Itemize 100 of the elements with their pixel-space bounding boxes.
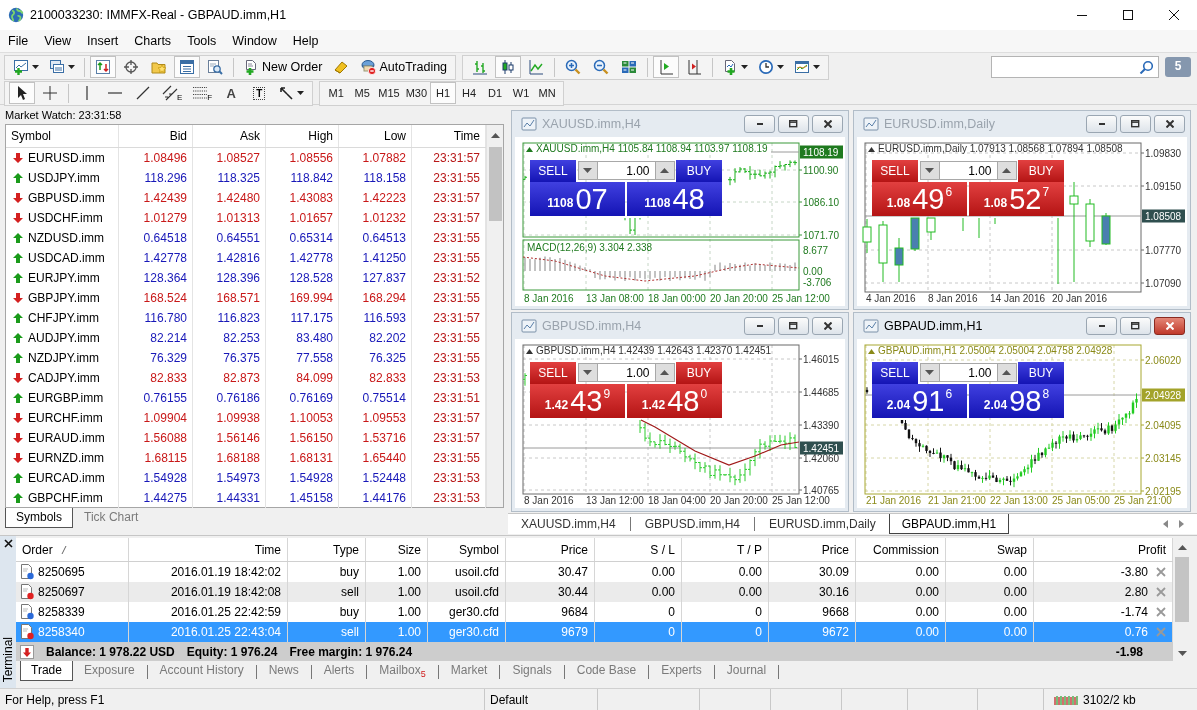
close-button[interactable]	[812, 115, 843, 133]
column-header[interactable]: Price	[506, 538, 595, 561]
timeframe-button[interactable]: W1	[508, 82, 535, 104]
column-header[interactable]: Price	[769, 538, 856, 561]
column-header[interactable]: Ask	[193, 125, 266, 147]
restore-button[interactable]	[1120, 317, 1151, 335]
sell-button[interactable]: SELL	[872, 362, 918, 384]
buy-button[interactable]: BUY	[1018, 160, 1064, 182]
close-button[interactable]	[1154, 115, 1185, 133]
scrollbar-thumb[interactable]	[1175, 557, 1189, 622]
column-header[interactable]: Size	[366, 538, 428, 561]
panel-tab[interactable]: Market	[439, 661, 499, 681]
menu-item[interactable]: Charts	[126, 32, 180, 50]
panel-tab[interactable]: Signals	[501, 661, 563, 681]
menu-item[interactable]: File	[0, 32, 37, 50]
column-header[interactable]: High	[266, 125, 339, 147]
market-watch-button[interactable]	[90, 56, 116, 78]
close-position-button[interactable]	[1156, 607, 1166, 617]
timeframe-button[interactable]: H4	[456, 82, 483, 104]
channel-button[interactable]: E	[158, 82, 187, 104]
buy-button[interactable]: BUY	[676, 160, 722, 182]
minimize-button[interactable]	[1086, 317, 1117, 335]
sell-button[interactable]: SELL	[872, 160, 918, 182]
panel-tab[interactable]: Trade	[20, 661, 73, 681]
scrollbar-track[interactable]	[486, 125, 503, 507]
timeframe-button[interactable]: MN	[534, 82, 561, 104]
scrollbar-thumb[interactable]	[488, 147, 502, 221]
timeframe-button[interactable]: H1	[430, 82, 457, 104]
column-header[interactable]: Low	[339, 125, 412, 147]
date-label: 20 Jan 20:00	[710, 293, 768, 304]
lot-field[interactable]: 1.00	[939, 363, 997, 382]
buy-button[interactable]: BUY	[676, 362, 722, 384]
buy-price-button[interactable]: 1108 48	[627, 182, 722, 216]
column-header[interactable]: Type	[288, 538, 366, 561]
lot-decrease-button[interactable]	[577, 363, 598, 382]
panel-tab[interactable]: Symbols	[5, 508, 73, 528]
sell-price-button[interactable]: 1108 07	[530, 182, 625, 216]
panel-tab[interactable]: Exposure	[72, 661, 146, 681]
column-header[interactable]: Bid	[119, 125, 193, 147]
panel-tab[interactable]: Experts	[650, 661, 713, 681]
sell-button[interactable]: SELL	[530, 160, 576, 182]
column-header[interactable]: Swap	[946, 538, 1034, 561]
timeframe-button[interactable]: M5	[349, 82, 376, 104]
restore-button[interactable]	[1120, 115, 1151, 133]
timeframe-button[interactable]: M30	[402, 82, 431, 104]
sell-button[interactable]: SELL	[530, 362, 576, 384]
autoscroll-button[interactable]	[653, 56, 680, 78]
lot-decrease-button[interactable]	[919, 161, 940, 180]
close-button[interactable]	[812, 317, 843, 335]
panel-tab[interactable]: Mailbox$_{5}$	[368, 661, 437, 684]
timeframe-button[interactable]: M15	[375, 82, 403, 104]
menu-item[interactable]: View	[36, 32, 80, 50]
timeframe-button[interactable]: D1	[482, 82, 509, 104]
lot-decrease-button[interactable]	[919, 363, 940, 382]
terminal-button[interactable]	[174, 56, 200, 78]
lot-field[interactable]: 1.00	[939, 161, 997, 180]
search-field[interactable]	[991, 56, 1159, 78]
buy-button[interactable]: BUY	[1018, 362, 1064, 384]
panel-tab[interactable]: News	[257, 661, 310, 681]
lot-field[interactable]: 1.00	[597, 161, 655, 180]
table-row[interactable]: 8250697 2016.01.19 18:42:08 sell 1.00 usoil.cfd 30.44 0.00 0.00 30.16 0.00 0.00 2.80	[16, 582, 1173, 602]
column-header[interactable]: Time	[129, 538, 288, 561]
fibonacci-button[interactable]: F	[188, 82, 217, 104]
panel-tab[interactable]: Tick Chart	[73, 508, 150, 528]
column-header[interactable]: T / P	[682, 538, 769, 561]
restore-button[interactable]	[778, 115, 809, 133]
text-tool-button[interactable]: A	[218, 82, 245, 104]
panel-tab[interactable]: Alerts	[312, 661, 366, 681]
new-order-button[interactable]: New Order	[239, 56, 327, 78]
column-header[interactable]: S / L	[595, 538, 682, 561]
menu-item[interactable]: Insert	[79, 32, 127, 50]
minimize-button[interactable]	[1086, 115, 1117, 133]
column-header[interactable]: Symbol	[6, 125, 119, 147]
minimize-button[interactable]	[744, 115, 775, 133]
close-button[interactable]	[3, 539, 13, 548]
table-cell: 1.53716	[339, 428, 412, 448]
cursor-tool-button[interactable]	[9, 82, 35, 104]
restore-button[interactable]	[778, 317, 809, 335]
panel-tab[interactable]: Journal	[715, 661, 778, 681]
chart-tab[interactable]: GBPAUD.imm,H1	[888, 514, 1010, 534]
close-button[interactable]	[1154, 317, 1185, 335]
minimize-button[interactable]	[744, 317, 775, 335]
chart-tab[interactable]: GBPUSD.imm,H4	[631, 514, 754, 534]
lot-decrease-button[interactable]	[577, 161, 598, 180]
column-header[interactable]: Order	[16, 538, 129, 561]
column-header[interactable]: Commission	[856, 538, 946, 561]
menu-item[interactable]: Tools	[179, 32, 225, 50]
autotrading-button[interactable]: AutoTrading	[356, 56, 452, 78]
menu-item[interactable]: Help	[284, 32, 327, 50]
panel-tab[interactable]: Code Base	[565, 661, 648, 681]
timeframe-button[interactable]: M1	[323, 82, 350, 104]
text-label-button[interactable]: T	[246, 82, 273, 104]
column-header[interactable]: Symbol	[428, 538, 506, 561]
menu-item[interactable]: Window	[224, 32, 285, 50]
close-position-button[interactable]	[1156, 567, 1166, 577]
chart-tab[interactable]: XAUUSD.imm,H4	[508, 514, 629, 534]
chart-tab[interactable]: EURUSD.imm,Daily	[756, 514, 889, 534]
candlestick-chart-button[interactable]	[495, 56, 522, 78]
lot-field[interactable]: 1.00	[597, 363, 655, 382]
panel-tab[interactable]: Account History	[148, 661, 255, 681]
